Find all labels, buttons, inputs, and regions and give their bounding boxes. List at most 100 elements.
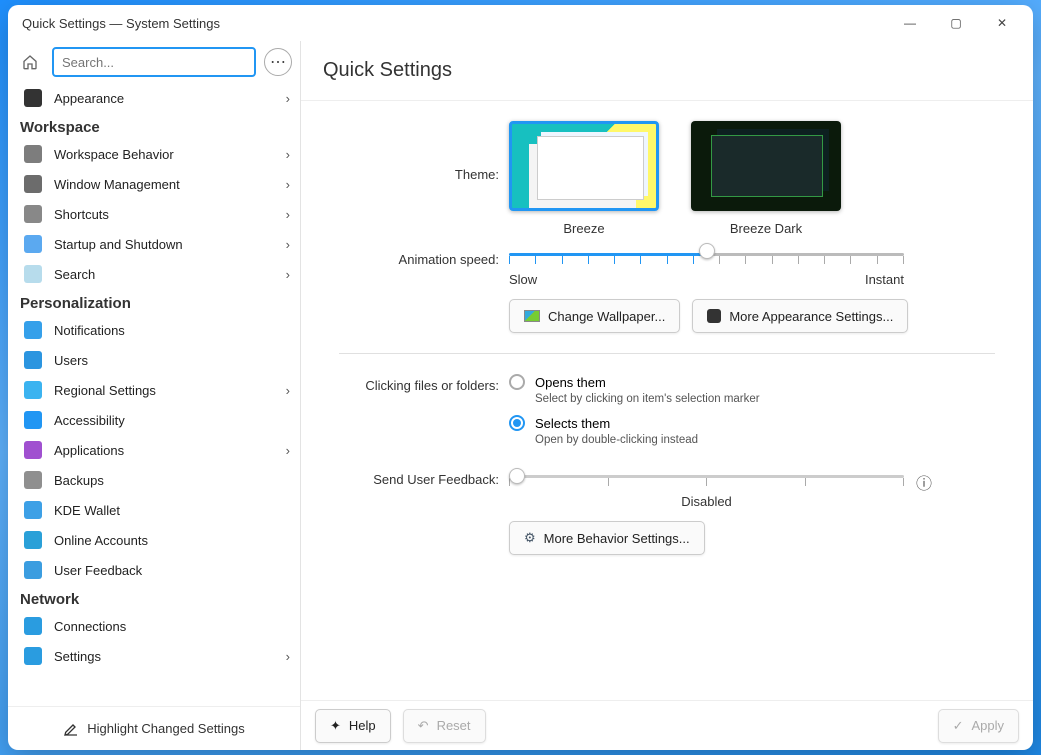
- chevron-right-icon: ›: [286, 91, 290, 106]
- animation-slider[interactable]: Slow Instant: [509, 248, 904, 287]
- section-header: Network: [8, 585, 300, 611]
- sidebar-item-regional-settings[interactable]: Regional Settings›: [8, 375, 300, 405]
- chevron-right-icon: ›: [286, 207, 290, 222]
- theme-preview-dark: [691, 121, 841, 211]
- radio-icon: [509, 374, 525, 390]
- animation-label: Animation speed:: [339, 248, 509, 267]
- nav-icon: [22, 615, 44, 637]
- feedback-label: Send User Feedback:: [339, 468, 509, 487]
- sidebar-item-kde-wallet[interactable]: KDE Wallet: [8, 495, 300, 525]
- nav-icon: [22, 87, 44, 109]
- bottom-bar: ✦ Help ↶ Reset ✓ Apply: [301, 700, 1033, 750]
- sidebar-item-user-feedback[interactable]: User Feedback: [8, 555, 300, 585]
- chevron-right-icon: ›: [286, 267, 290, 282]
- nav-label: User Feedback: [54, 563, 290, 578]
- info-icon[interactable]: ⓘ: [916, 470, 932, 494]
- window-title: Quick Settings — System Settings: [22, 16, 887, 31]
- undo-icon: ↶: [418, 718, 429, 734]
- radio-selects-them[interactable]: Selects them: [509, 415, 995, 431]
- theme-option-breeze-dark[interactable]: Breeze Dark: [691, 121, 841, 236]
- theme-preview-light: [509, 121, 659, 211]
- nav-icon: [22, 469, 44, 491]
- theme-label: Theme:: [339, 121, 509, 182]
- chevron-right-icon: ›: [286, 383, 290, 398]
- nav-icon: [22, 529, 44, 551]
- nav-icon: [22, 559, 44, 581]
- feedback-status: Disabled: [509, 494, 904, 509]
- nav-icon: [22, 349, 44, 371]
- change-wallpaper-button[interactable]: Change Wallpaper...: [509, 299, 680, 333]
- theme-option-breeze[interactable]: Breeze: [509, 121, 659, 236]
- sidebar-item-shortcuts[interactable]: Shortcuts›: [8, 199, 300, 229]
- slider-instant-label: Instant: [865, 272, 904, 287]
- nav-label: Applications: [54, 443, 286, 458]
- search-input[interactable]: [52, 47, 256, 77]
- sidebar-item-notifications[interactable]: Notifications: [8, 315, 300, 345]
- nav-icon: [22, 379, 44, 401]
- nav-list[interactable]: Appearance›WorkspaceWorkspace Behavior›W…: [8, 83, 300, 706]
- nav-label: Settings: [54, 649, 286, 664]
- section-header: Personalization: [8, 289, 300, 315]
- check-icon: ✓: [953, 718, 964, 734]
- nav-icon: [22, 233, 44, 255]
- sidebar-item-window-management[interactable]: Window Management›: [8, 169, 300, 199]
- radio-opens-sub: Select by clicking on item's selection m…: [535, 393, 995, 405]
- nav-label: Accessibility: [54, 413, 290, 428]
- sidebar-item-appearance[interactable]: Appearance›: [8, 83, 300, 113]
- appearance-icon: [707, 309, 721, 323]
- divider: [339, 353, 995, 354]
- chevron-right-icon: ›: [286, 237, 290, 252]
- nav-icon: [22, 143, 44, 165]
- nav-label: Users: [54, 353, 290, 368]
- close-button[interactable]: ✕: [979, 8, 1025, 38]
- nav-icon: [22, 499, 44, 521]
- minimize-button[interactable]: —: [887, 8, 933, 38]
- more-behavior-button[interactable]: ⚙ More Behavior Settings...: [509, 521, 705, 555]
- nav-label: Search: [54, 267, 286, 282]
- nav-icon: [22, 439, 44, 461]
- theme-name: Breeze: [563, 221, 604, 236]
- sidebar-item-accessibility[interactable]: Accessibility: [8, 405, 300, 435]
- nav-label: Connections: [54, 619, 290, 634]
- sidebar-item-users[interactable]: Users: [8, 345, 300, 375]
- overflow-menu-button[interactable]: ⋯: [264, 48, 292, 76]
- gear-icon: ⚙: [524, 530, 536, 546]
- more-appearance-button[interactable]: More Appearance Settings...: [692, 299, 908, 333]
- sidebar: ⋯ Appearance›WorkspaceWorkspace Behavior…: [8, 41, 301, 750]
- maximize-button[interactable]: ▢: [933, 8, 979, 38]
- wallpaper-icon: [524, 310, 540, 322]
- clicking-label: Clicking files or folders:: [339, 374, 509, 393]
- home-button[interactable]: [16, 48, 44, 76]
- sidebar-item-backups[interactable]: Backups: [8, 465, 300, 495]
- highlight-changed-label: Highlight Changed Settings: [87, 721, 245, 736]
- sidebar-item-online-accounts[interactable]: Online Accounts: [8, 525, 300, 555]
- help-icon: ✦: [330, 718, 341, 734]
- apply-button[interactable]: ✓ Apply: [938, 709, 1019, 743]
- sidebar-item-connections[interactable]: Connections: [8, 611, 300, 641]
- titlebar: Quick Settings — System Settings — ▢ ✕: [8, 5, 1033, 41]
- radio-selects-sub: Open by double-clicking instead: [535, 434, 995, 446]
- sidebar-item-startup-and-shutdown[interactable]: Startup and Shutdown›: [8, 229, 300, 259]
- content: Quick Settings Theme: Breeze Breeze Dar: [301, 41, 1033, 750]
- sidebar-item-settings[interactable]: Settings›: [8, 641, 300, 671]
- chevron-right-icon: ›: [286, 443, 290, 458]
- chevron-right-icon: ›: [286, 649, 290, 664]
- sidebar-item-search[interactable]: Search›: [8, 259, 300, 289]
- radio-icon: [509, 415, 525, 431]
- theme-name: Breeze Dark: [730, 221, 802, 236]
- nav-label: Window Management: [54, 177, 286, 192]
- radio-opens-them[interactable]: Opens them: [509, 374, 995, 390]
- nav-label: Workspace Behavior: [54, 147, 286, 162]
- sidebar-item-workspace-behavior[interactable]: Workspace Behavior›: [8, 139, 300, 169]
- nav-icon: [22, 173, 44, 195]
- nav-label: Regional Settings: [54, 383, 286, 398]
- sidebar-item-applications[interactable]: Applications›: [8, 435, 300, 465]
- chevron-right-icon: ›: [286, 147, 290, 162]
- feedback-slider[interactable]: Disabled: [509, 468, 904, 509]
- slider-slow-label: Slow: [509, 272, 537, 287]
- settings-window: Quick Settings — System Settings — ▢ ✕ ⋯…: [8, 5, 1033, 750]
- nav-label: Startup and Shutdown: [54, 237, 286, 252]
- highlight-changed-button[interactable]: Highlight Changed Settings: [8, 706, 300, 750]
- help-button[interactable]: ✦ Help: [315, 709, 391, 743]
- reset-button[interactable]: ↶ Reset: [403, 709, 486, 743]
